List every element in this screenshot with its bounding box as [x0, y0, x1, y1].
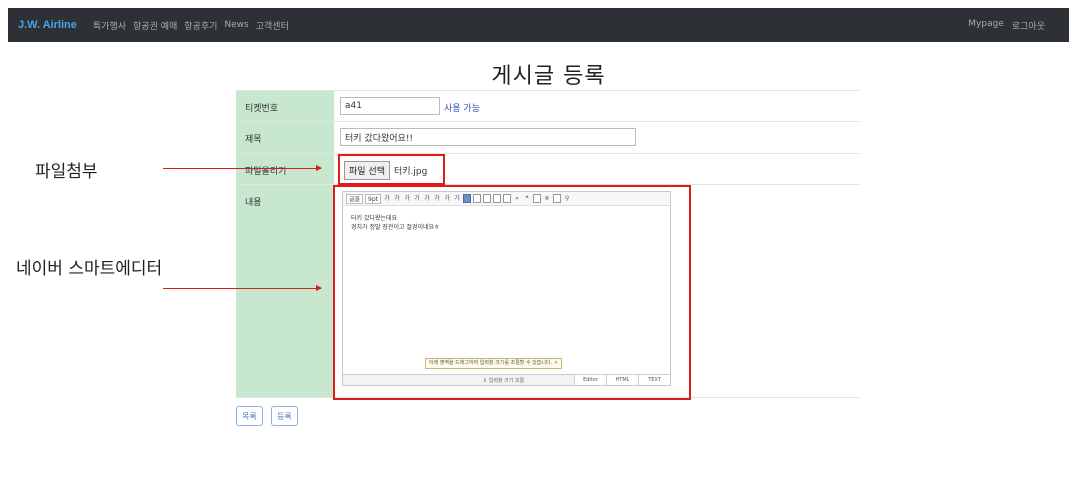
list-button[interactable]: 목록: [236, 406, 263, 426]
nav-item-mypage[interactable]: Mypage: [968, 19, 1004, 32]
nav-item-ticket-booking[interactable]: 항공권 예매: [133, 19, 177, 32]
ticket-status: 사용 가능: [444, 104, 480, 114]
nav-item-special-events[interactable]: 특가행사: [93, 19, 126, 32]
highlight-box-editor: [333, 185, 691, 400]
form-row-subject: 제목 터키 갔다왔어요!!: [236, 121, 860, 153]
annotation-editor-label: 네이버 스마트에디터: [16, 259, 163, 279]
submit-button[interactable]: 등록: [271, 406, 298, 426]
ticket-label: 티켓번호: [236, 91, 334, 121]
brand-logo[interactable]: J.W. Airline: [18, 19, 77, 31]
subject-label: 제목: [236, 122, 334, 153]
form-row-ticket: 티켓번호 a41 사용 가능: [236, 90, 860, 121]
nav-item-news[interactable]: News: [224, 20, 248, 30]
nav-right-group: Mypage 로그아웃: [960, 19, 1045, 32]
ticket-input[interactable]: a41: [340, 97, 440, 115]
nav-item-logout[interactable]: 로그아웃: [1012, 19, 1045, 32]
nav-item-customer-center[interactable]: 고객센터: [256, 19, 289, 32]
annotation-arrow-file: [163, 165, 322, 171]
content-label: 내용: [236, 185, 334, 397]
top-navbar: J.W. Airline 특가행사 항공권 예매 항공후기 News 고객센터 …: [8, 8, 1069, 42]
subject-input[interactable]: 터키 갔다왔어요!!: [340, 128, 636, 146]
nav-item-reviews[interactable]: 항공후기: [184, 19, 217, 32]
form-row-file: 파일올리기 파일 선택 터키.jpg: [236, 153, 860, 184]
annotation-file-label: 파일첨부: [35, 162, 98, 182]
highlight-box-file: [338, 154, 445, 185]
page-title: 게시글 등록: [491, 64, 606, 89]
annotation-arrow-editor: [163, 285, 322, 291]
